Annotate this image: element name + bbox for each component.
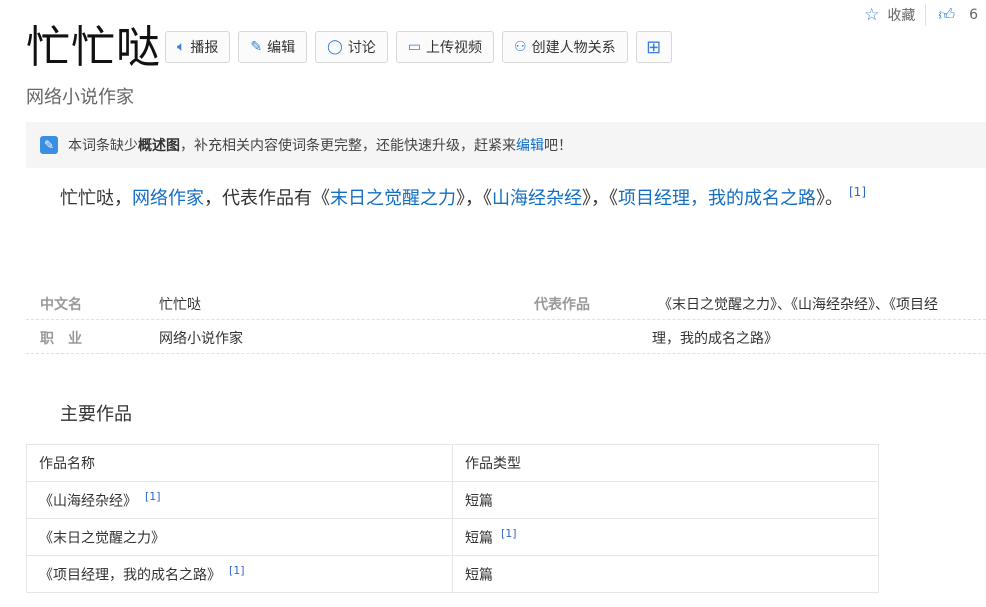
play-button[interactable]: 🔈︎ 播报 — [165, 31, 231, 63]
upload-video-button[interactable]: ▭ 上传视频 — [395, 31, 495, 63]
summary-text: ，代表作品有《 — [204, 188, 330, 209]
reference-link[interactable]: [1] — [145, 490, 161, 503]
notice-middle: ，补充相关内容使词条更完整，还能快速升级，赶紧来 — [180, 138, 516, 154]
header-cell: 作品名称 — [26, 444, 453, 482]
thumbs-up-icon[interactable]: 👍︎ — [938, 5, 955, 25]
notice-bold: 概述图 — [138, 138, 180, 154]
speaker-icon: 🔈︎ — [177, 39, 186, 55]
plus-icon: ⊞ — [646, 36, 662, 58]
table-row: 《末日之觉醒之力》 短篇 [1] — [26, 518, 879, 556]
toolbar: 🔈︎ 播报 ✎ 编辑 ◯ 讨论 ▭ 上传视频 ⚇ 创建人物关系 ⊞ — [165, 31, 680, 63]
name-value: 忙忙哒 — [159, 297, 201, 313]
reference-link[interactable]: [1] — [229, 564, 245, 577]
link-work-1[interactable]: 末日之觉醒之力 — [330, 188, 456, 209]
work-type-cell: 短篇 [1] — [452, 518, 879, 556]
basic-info-row: 职 业 网络小说作家 理，我的成名之路》 — [26, 320, 986, 354]
table-row: 《项目经理，我的成名之路》 [1] 短篇 — [26, 555, 879, 593]
pencil-icon: ✎ — [250, 39, 263, 55]
work-type: 短篇 — [465, 567, 493, 584]
work-name-cell: 《项目经理，我的成名之路》 [1] — [26, 555, 453, 593]
discuss-button[interactable]: ◯ 讨论 — [315, 31, 388, 63]
notice-prefix: 本词条缺少 — [68, 138, 138, 154]
summary-text: 》。 — [816, 188, 843, 209]
name-label: 中文名 — [40, 297, 82, 313]
link-work-2[interactable]: 山海经杂经 — [492, 188, 582, 209]
basic-info: 中文名 忙忙哒 代表作品 《末日之觉醒之力》、《山海经杂经》、《项目经 职 业 … — [26, 286, 986, 354]
table-header-row: 作品名称 作品类型 — [26, 444, 879, 482]
edit-button[interactable]: ✎ 编辑 — [238, 31, 308, 63]
works-value: 《末日之觉醒之力》、《山海经杂经》、《项目经 — [658, 297, 938, 313]
summary: 忙忙哒，网络作家，代表作品有《末日之觉醒之力》，《山海经杂经》，《项目经理，我的… — [60, 184, 866, 210]
chat-bubble-icon: ◯ — [327, 39, 343, 55]
work-type-cell: 短篇 — [452, 481, 879, 519]
job-value: 网络小说作家 — [159, 331, 243, 347]
top-actions: ☆ 收藏 👍︎ 6 — [864, 4, 978, 26]
header-cell: 作品类型 — [452, 444, 879, 482]
summary-text: 忙忙哒， — [60, 188, 132, 209]
collect-label[interactable]: 收藏 — [887, 5, 915, 25]
edit-label: 编辑 — [267, 40, 296, 56]
job-label: 职 业 — [40, 331, 82, 347]
work-name: 《末日之觉醒之力》 — [39, 530, 165, 547]
work-name: 《项目经理，我的成名之路》 — [39, 567, 221, 584]
discuss-label: 讨论 — [347, 40, 376, 56]
notice-bar: ✎ 本词条缺少 概述图 ，补充相关内容使词条更完整，还能快速升级，赶紧来 编辑 吧！ — [26, 122, 986, 168]
works-section-title: 主要作品 — [60, 404, 132, 425]
relation-icon: ⚇ — [514, 39, 527, 55]
notice-suffix: 吧！ — [544, 138, 572, 154]
link-web-writer[interactable]: 网络作家 — [132, 188, 204, 209]
works-table: 作品名称 作品类型 《山海经杂经》 [1] 短篇 《末日之觉醒之力》 短篇 [1] … — [26, 444, 879, 593]
like-count: 6 — [969, 7, 978, 23]
add-button[interactable]: ⊞ — [635, 31, 672, 63]
upload-video-label: 上传视频 — [426, 40, 483, 56]
summary-text: 》，《 — [456, 188, 492, 209]
video-camera-icon: ▭ — [407, 39, 422, 55]
create-relation-button[interactable]: ⚇ 创建人物关系 — [502, 31, 628, 63]
page-subtitle: 网络小说作家 — [26, 87, 134, 108]
notice-edit-link[interactable]: 编辑 — [516, 135, 544, 155]
play-label: 播报 — [190, 40, 219, 56]
reference-link[interactable]: [1] — [849, 185, 866, 199]
reference-link[interactable]: [1] — [501, 527, 517, 540]
work-type: 短篇 — [465, 530, 493, 547]
summary-text: 》，《 — [582, 188, 618, 209]
divider — [925, 4, 927, 26]
edit-note-icon: ✎ — [40, 136, 58, 154]
works-label: 代表作品 — [534, 297, 590, 313]
page-title: 忙忙哒 — [26, 22, 161, 73]
create-relation-label: 创建人物关系 — [531, 40, 616, 56]
work-name-cell: 《末日之觉醒之力》 — [26, 518, 453, 556]
link-work-3[interactable]: 项目经理，我的成名之路 — [618, 188, 816, 209]
basic-info-row: 中文名 忙忙哒 代表作品 《末日之觉醒之力》、《山海经杂经》、《项目经 — [26, 286, 986, 320]
works-value-cont: 理，我的成名之路》 — [652, 331, 778, 347]
star-icon[interactable]: ☆ — [864, 5, 879, 25]
work-type: 短篇 — [465, 493, 493, 510]
work-type-cell: 短篇 — [452, 555, 879, 593]
work-name-cell: 《山海经杂经》 [1] — [26, 481, 453, 519]
work-name: 《山海经杂经》 — [39, 493, 137, 510]
table-row: 《山海经杂经》 [1] 短篇 — [26, 481, 879, 519]
